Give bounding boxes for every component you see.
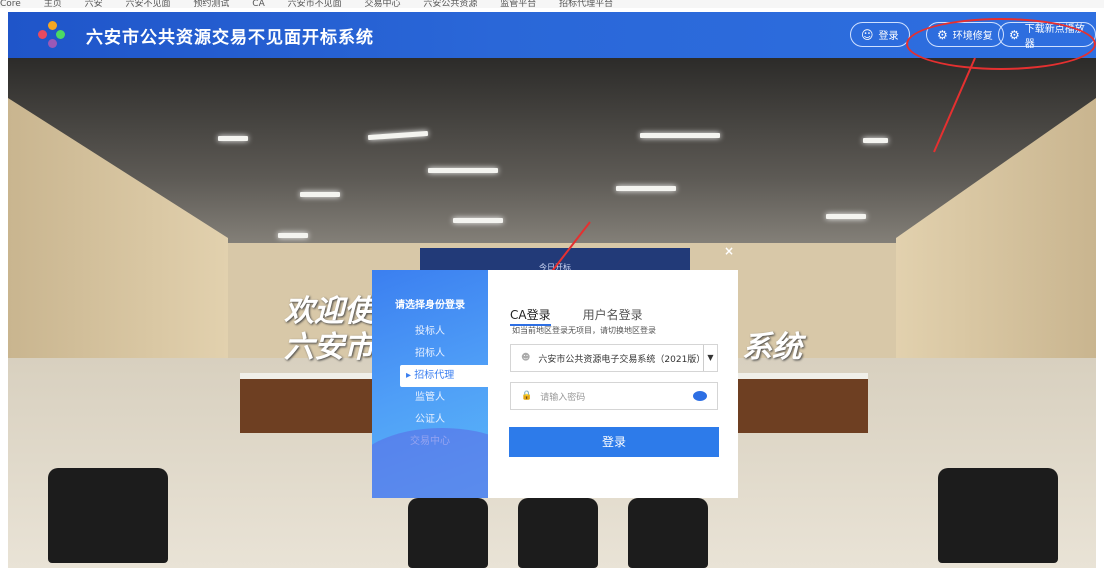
role-item-agency[interactable]: ▸ 招标代理: [400, 365, 488, 387]
lock-icon: 🔒: [521, 391, 533, 401]
tab-ca-login[interactable]: CA登录: [510, 306, 551, 326]
system-select-value: 六安市公共资源电子交易系统（2021版）: [538, 354, 706, 365]
role-item-agency-label: 招标代理: [414, 370, 455, 381]
caret-right-icon: ▸: [406, 370, 412, 381]
tab-username-login[interactable]: 用户名登录: [583, 306, 643, 326]
close-icon[interactable]: ×: [724, 244, 734, 258]
role-item-tenderer[interactable]: 招标人: [372, 343, 488, 365]
region-hint: 如当前地区登录无项目，请切换地区登录: [512, 326, 656, 335]
login-modal: 请选择身份登录 投标人 招标人 ▸ 招标代理 监管人 公证人 交易中心 CA登录…: [372, 270, 738, 498]
login-submit-button[interactable]: 登录: [509, 427, 719, 457]
password-placeholder: 请输入密码: [540, 392, 586, 403]
sidebar-wave: [372, 428, 488, 498]
annotation-arrow: [933, 57, 976, 153]
user-icon: ☻: [521, 353, 531, 363]
role-item-supervisor[interactable]: 监管人: [372, 387, 488, 409]
role-item-bidder[interactable]: 投标人: [372, 321, 488, 343]
eye-icon[interactable]: [693, 391, 707, 401]
password-field[interactable]: 🔒 请输入密码: [510, 382, 718, 410]
system-select[interactable]: ☻ 六安市公共资源电子交易系统（2021版） ▼: [510, 344, 718, 372]
role-sidebar-title: 请选择身份登录: [395, 300, 465, 311]
chevron-down-icon[interactable]: ▼: [703, 345, 717, 371]
login-tabs: CA登录 用户名登录: [510, 306, 643, 326]
role-sidebar: 请选择身份登录 投标人 招标人 ▸ 招标代理 监管人 公证人 交易中心: [372, 270, 488, 498]
